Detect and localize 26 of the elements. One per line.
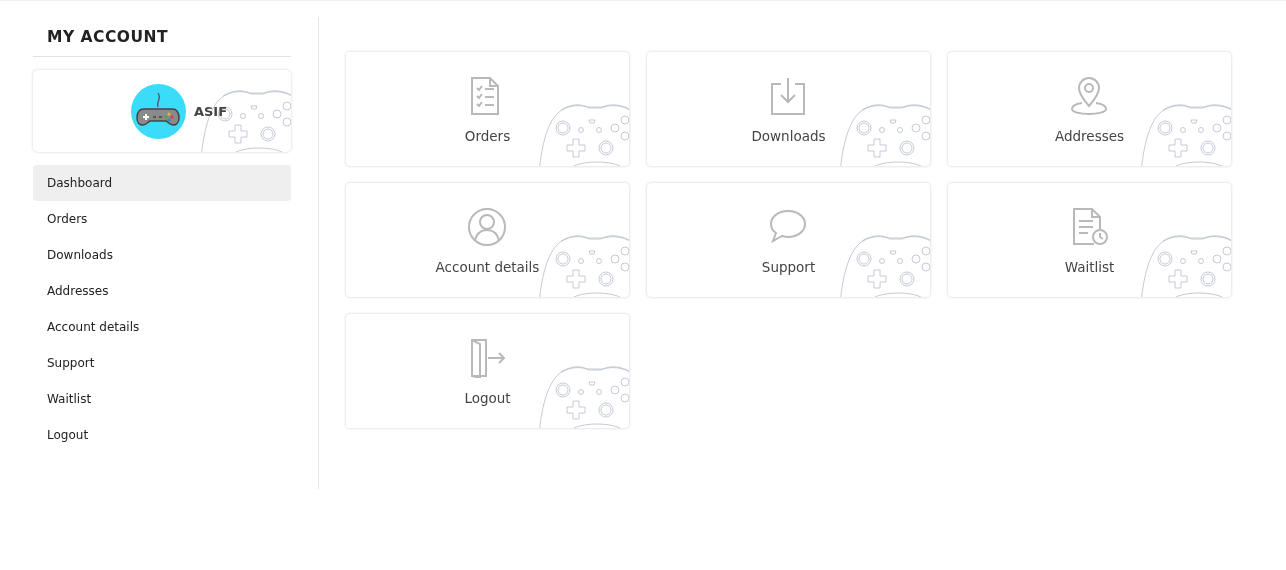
card-label: Orders	[464, 128, 511, 144]
dashboard-card[interactable]: Logout	[346, 314, 629, 428]
dashboard-card[interactable]: Support	[647, 183, 930, 297]
page-title: MY ACCOUNT	[33, 28, 291, 57]
card-label: Support	[761, 259, 816, 275]
dashboard-card[interactable]: Waitlist	[948, 183, 1231, 297]
nav-item[interactable]: Orders	[33, 201, 291, 237]
card-label: Account details	[435, 259, 540, 275]
dashboard-card[interactable]: Account details	[346, 183, 629, 297]
nav-item[interactable]: Downloads	[33, 237, 291, 273]
nav-item[interactable]: Dashboard	[33, 165, 291, 201]
nav-item[interactable]: Account details	[33, 309, 291, 345]
card-label: Logout	[464, 390, 511, 406]
dashboard-card[interactable]: Orders	[346, 52, 629, 166]
nav-item[interactable]: Logout	[33, 417, 291, 453]
nav-item[interactable]: Addresses	[33, 273, 291, 309]
card-label: Downloads	[751, 128, 826, 144]
card-label: Addresses	[1054, 128, 1125, 144]
dashboard-card[interactable]: Downloads	[647, 52, 930, 166]
user-name: ASIF	[193, 103, 228, 119]
nav-item[interactable]: Waitlist	[33, 381, 291, 417]
dashboard-card[interactable]: Addresses	[948, 52, 1231, 166]
card-label: Waitlist	[1064, 259, 1115, 275]
user-icon	[467, 207, 508, 247]
nav-item[interactable]: Support	[33, 345, 291, 381]
location-pin-icon	[1069, 76, 1110, 116]
